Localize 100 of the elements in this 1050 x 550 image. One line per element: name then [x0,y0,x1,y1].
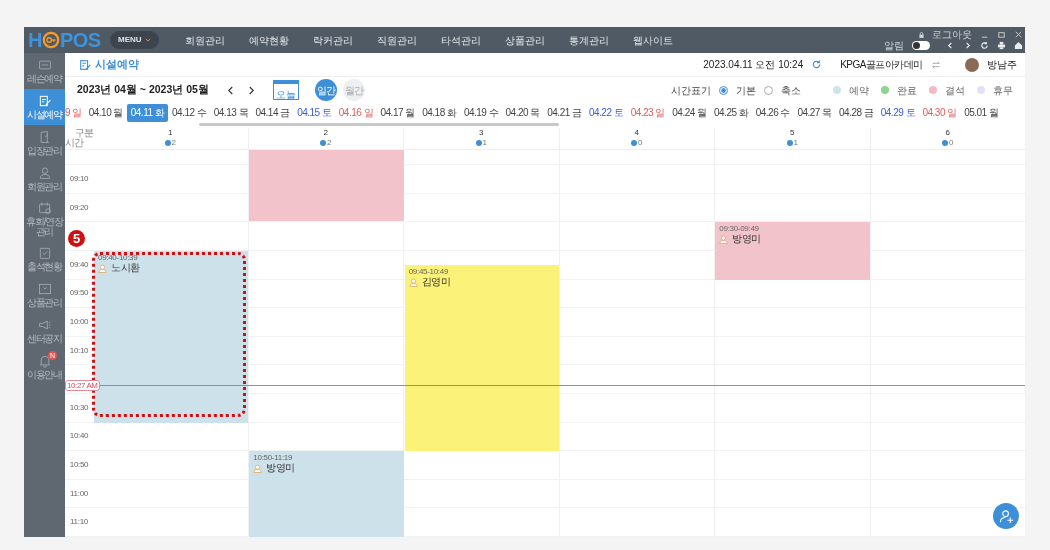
add-member-button[interactable] [993,503,1019,529]
legend-label: 예약 [849,83,869,98]
legend-label: 완료 [897,83,917,98]
nav-link[interactable]: 락커관리 [304,32,361,48]
nav-link[interactable]: 상품관리 [496,32,553,48]
column-number: 4 [633,128,640,138]
center-name: KPGA골프아카데미 [840,58,923,72]
date-tab[interactable]: 05.01 월 [960,103,1003,122]
date-tab[interactable]: 04.12 수 [168,103,211,122]
time-label: 11:10 [70,516,88,529]
time-label: 09:40 [69,258,89,271]
nav-link[interactable]: 예약현황 [240,32,297,48]
date-tab[interactable]: 04.26 수 [752,103,794,122]
user-name: 방남주 [987,58,1017,72]
date-tab[interactable]: 04.16 일 [335,103,377,122]
clipboard-icon [37,246,52,260]
refresh-icon[interactable] [811,59,823,70]
radio-button[interactable] [719,85,728,95]
reservation-block[interactable]: 09:45-10:49 김영미 [404,265,559,452]
alarm-toggle[interactable] [912,41,930,50]
legend-label: 휴무 [993,83,1013,98]
megaphone-icon [37,318,52,332]
reservation-count: 0 [631,138,643,148]
column-number: 3 [478,128,485,138]
time-range: 09:30-09:49 [719,224,760,234]
print-icon[interactable] [997,41,1006,50]
nav-link[interactable]: 회원관리 [176,32,233,48]
date-range: 2023년 04월 ~ 2023년 05월 [77,82,209,98]
reservation-count: 1 [475,138,487,148]
time-label: 09:10 [69,173,89,185]
chevron-left-icon [226,85,234,95]
time-label: 09:20 [69,201,89,214]
forward-icon[interactable] [963,41,972,50]
corner-label: 구분 [75,128,93,138]
time-range: 10:50-11:19 [253,453,294,463]
time-display-label: 시간표기 [671,83,711,98]
chevron-right-icon [247,85,255,95]
logout-link[interactable]: 로그아웃 [932,29,972,40]
date-tab[interactable]: 04.30 일 [918,103,961,122]
date-tab[interactable]: 04.22 토 [585,103,627,122]
bell-icon [37,354,52,368]
column-number: 5 [789,128,796,138]
nav-link[interactable]: 타석관리 [432,32,489,48]
date-tab[interactable]: 04.25 화 [710,103,752,122]
back-icon[interactable] [946,41,955,50]
avatar [965,57,979,72]
home-icon[interactable] [1014,41,1023,50]
column-number: 6 [944,128,951,138]
nav-link[interactable]: 직원관리 [368,32,425,48]
radio-label: 축소 [781,83,801,98]
close-icon[interactable] [1014,30,1023,39]
date-tab[interactable]: 04.28 금 [835,103,878,122]
board-icon [37,282,52,296]
logo-text: H [28,28,42,53]
person-icon [98,263,107,273]
date-tab[interactable]: 04.17 월 [376,103,419,122]
refresh-icon[interactable] [980,41,989,50]
edit-icon [37,94,52,108]
time-label: 10:00 [69,315,89,328]
member-name: 노시환 [111,263,140,273]
date-tab[interactable]: 04.13 목 [210,103,252,122]
maximize-icon[interactable] [997,30,1006,39]
today-button[interactable]: 오늘 [272,80,299,100]
view-toggle[interactable]: 일간 [314,79,337,101]
reservation-count: 2 [164,138,176,148]
key-logo-icon [41,31,60,49]
date-tab[interactable]: 04.18 화 [418,103,461,122]
time-range: 09:40-10:39 [98,253,139,263]
reservation-block[interactable]: 09:30-09:49 방영미 [715,222,870,280]
date-tab[interactable]: 04.24 월 [668,103,711,122]
date-tab[interactable]: 04.19 수 [460,103,502,122]
date-tab[interactable]: 04.23 일 [626,103,669,122]
time-label: 10:40 [69,430,89,443]
current-time-label: 10:27 AM [65,380,100,392]
date-tab[interactable]: 04.11 화 [126,103,169,122]
member-name: 방영미 [266,463,295,474]
date-tab[interactable]: 04.14 금 [251,103,294,122]
add-person-icon [998,508,1014,524]
time-label: 10:30 [69,401,89,414]
datetime-text: 2023.04.11 오전 10:24 [703,58,804,72]
column-number: 2 [322,128,329,138]
date-tab[interactable]: 04.15 토 [293,103,336,122]
date-tab[interactable]: 04.20 목 [501,103,544,122]
sidebar-item[interactable]: 시설예약 [24,89,65,125]
reservation-count: 2 [320,138,332,148]
date-tab[interactable]: 04.27 목 [793,103,836,122]
time-range: 09:45-10:49 [408,267,450,277]
menu-button[interactable]: MENU [110,31,159,49]
date-tab[interactable]: 9 일 [65,103,85,122]
date-tab[interactable]: 04.29 토 [877,103,919,122]
nav-link[interactable]: 통계관리 [560,32,617,48]
person-icon [719,234,729,244]
person-icon [37,166,52,180]
date-tab[interactable]: 04.10 월 [85,103,127,122]
reservation-block[interactable]: 10:50-11:19 방영미 [249,451,404,537]
ticket-icon [37,58,52,72]
nav-link[interactable]: 웹사이트 [624,32,681,48]
scrollbar-thumb[interactable] [199,123,559,126]
date-tab[interactable]: 04.21 금 [543,103,586,122]
logo-text: POS [59,28,101,53]
